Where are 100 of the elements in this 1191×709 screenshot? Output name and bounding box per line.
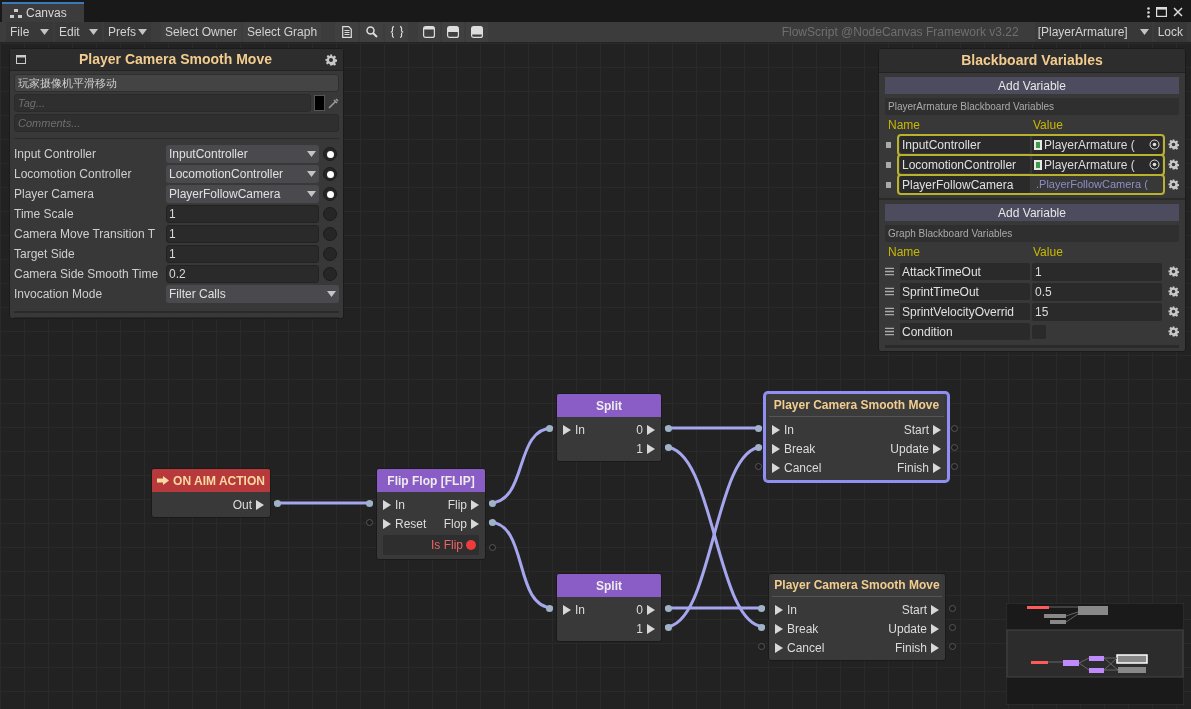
variable-name-field[interactable]: PlayerFollowCamera: [900, 176, 1030, 193]
settings-icon[interactable]: [1168, 266, 1179, 277]
menu-dropdown[interactable]: File: [6, 22, 53, 42]
graph-node[interactable]: Split In 0 1: [556, 393, 662, 462]
drag-handle-icon[interactable]: [886, 181, 891, 188]
minimap-drawing[interactable]: [1006, 603, 1184, 705]
graph-canvas[interactable]: [0, 43, 1191, 709]
variable-row[interactable]: SprintVelocityOverrid 15: [897, 300, 1165, 323]
script-icon: [1034, 139, 1042, 150]
graph-node[interactable]: Split In 0 1: [556, 573, 662, 642]
settings-icon[interactable]: [1168, 159, 1179, 170]
variable-name-field[interactable]: Condition: [900, 323, 1030, 340]
variable-row[interactable]: AttackTimeOut 1: [897, 260, 1165, 283]
settings-icon[interactable]: [1168, 326, 1179, 337]
graph-node[interactable]: Flip Flop [FLIP] In Flip Reset Flop Is Flip: [376, 468, 486, 560]
value-field[interactable]: 15: [1032, 302, 1162, 321]
menu-dropdown[interactable]: Prefs: [104, 22, 151, 42]
eyedropper-icon[interactable]: [328, 97, 339, 109]
value-field[interactable]: 0.5: [1032, 282, 1162, 301]
braces-icon[interactable]: [385, 22, 409, 42]
drag-handle-icon[interactable]: [886, 141, 891, 148]
canvas-tab[interactable]: Canvas: [2, 2, 84, 22]
caret-icon: [307, 151, 316, 158]
value-field[interactable]: 1: [1032, 262, 1162, 281]
param-dropdown[interactable]: Filter Calls: [166, 285, 339, 304]
port-label: In: [575, 421, 585, 439]
variable-row[interactable]: InputController PlayerArmature (: [897, 133, 1165, 156]
port-label: 1: [636, 440, 643, 458]
layout-icon[interactable]: [418, 22, 441, 42]
port-arrow-icon: [933, 443, 941, 454]
variable-name-field[interactable]: AttackTimeOut: [900, 263, 1030, 280]
port-label: Start: [903, 421, 929, 439]
column-header: Name: [887, 245, 921, 259]
graph-node[interactable]: Player Camera Smooth Move In Start Break Update Cancel Finish: [768, 573, 946, 661]
port-label: In: [575, 601, 585, 619]
variable-name-field[interactable]: SprintVelocityOverrid: [900, 303, 1030, 320]
add-variable-button[interactable]: Add Variable: [885, 77, 1179, 94]
bool-port-icon: [466, 540, 476, 550]
panel-title: Player Camera Smooth Move: [78, 50, 273, 69]
close-icon[interactable]: [1173, 7, 1183, 17]
drag-handle-icon[interactable]: [885, 327, 894, 336]
drag-handle-icon[interactable]: [885, 267, 894, 276]
variable-row[interactable]: PlayerFollowCamera .PlayerFollowCamera (: [897, 174, 1165, 195]
graph-node[interactable]: Player Camera Smooth Move In Start Break Update Cancel Finish: [765, 393, 948, 481]
drag-handle-icon[interactable]: [885, 287, 894, 296]
variable-row[interactable]: LocomotionController PlayerArmature (: [897, 153, 1165, 176]
column-header: Value: [1033, 118, 1063, 132]
add-variable-button[interactable]: Add Variable: [885, 204, 1179, 221]
layout-icon[interactable]: [466, 22, 489, 42]
maximize-icon[interactable]: [1156, 7, 1167, 17]
window-icon[interactable]: [16, 55, 26, 64]
settings-icon[interactable]: [1168, 306, 1179, 317]
settings-icon[interactable]: [1168, 179, 1179, 190]
port-label: In: [787, 601, 797, 619]
drag-handle-icon[interactable]: [886, 161, 891, 168]
section-title: Graph Blackboard Variables: [885, 225, 1179, 242]
tag-field[interactable]: Tag...: [14, 94, 311, 112]
arrow-icon: [157, 476, 170, 485]
param-dropdown[interactable]: PlayerFollowCamera: [166, 185, 319, 204]
param-field[interactable]: 1: [166, 245, 319, 264]
drag-handle-icon[interactable]: [885, 307, 894, 316]
param-label: Player Camera: [14, 186, 96, 204]
caret-icon: [40, 29, 49, 35]
owner-dropdown[interactable]: [PlayerArmature]: [1034, 22, 1152, 42]
param-label: Invocation Mode: [14, 286, 104, 304]
variable-row[interactable]: Condition: [897, 321, 1165, 342]
name-field[interactable]: 玩家摄像机平滑移动: [14, 74, 339, 92]
port-label: Reset: [395, 515, 427, 533]
panel-title: Blackboard Variables: [961, 51, 1103, 70]
variable-name-field[interactable]: LocomotionController: [900, 156, 1030, 173]
settings-icon[interactable]: [1168, 139, 1179, 150]
variable-name-field[interactable]: SprintTimeOut: [900, 283, 1030, 300]
more-icon[interactable]: [1147, 6, 1150, 18]
toolbar-button[interactable]: Select Owner: [161, 22, 242, 42]
layout-icon[interactable]: [442, 22, 465, 42]
color-swatch[interactable]: [314, 95, 325, 111]
param-field[interactable]: 1: [166, 205, 319, 224]
toolbar-button[interactable]: Select Graph: [243, 22, 322, 42]
variable-name-field[interactable]: InputController: [900, 136, 1030, 153]
variable-row[interactable]: SprintTimeOut 0.5: [897, 280, 1165, 303]
port-label: In: [395, 496, 405, 514]
port-arrow-icon: [383, 499, 391, 510]
graph-node[interactable]: ON AIM ACTION Out: [151, 468, 271, 518]
menu-dropdown[interactable]: Edit: [55, 22, 102, 42]
document-icon[interactable]: [335, 22, 359, 42]
object-field[interactable]: PlayerArmature (: [1032, 135, 1162, 154]
param-field[interactable]: 0.2: [166, 265, 319, 284]
param-dropdown[interactable]: LocomotionController: [166, 165, 319, 184]
param-field[interactable]: 1: [166, 225, 319, 244]
comments-field[interactable]: Comments...: [14, 114, 339, 132]
target-icon[interactable]: [1149, 159, 1160, 170]
param-dropdown[interactable]: InputController: [166, 145, 319, 164]
search-icon[interactable]: [360, 22, 384, 42]
target-icon[interactable]: [1149, 139, 1160, 150]
lock-button[interactable]: Lock: [1153, 22, 1187, 42]
settings-icon[interactable]: [325, 53, 337, 66]
port-arrow-icon: [383, 518, 391, 529]
port-label: Update: [888, 620, 927, 638]
object-field[interactable]: PlayerArmature (: [1032, 155, 1162, 174]
settings-icon[interactable]: [1168, 286, 1179, 297]
